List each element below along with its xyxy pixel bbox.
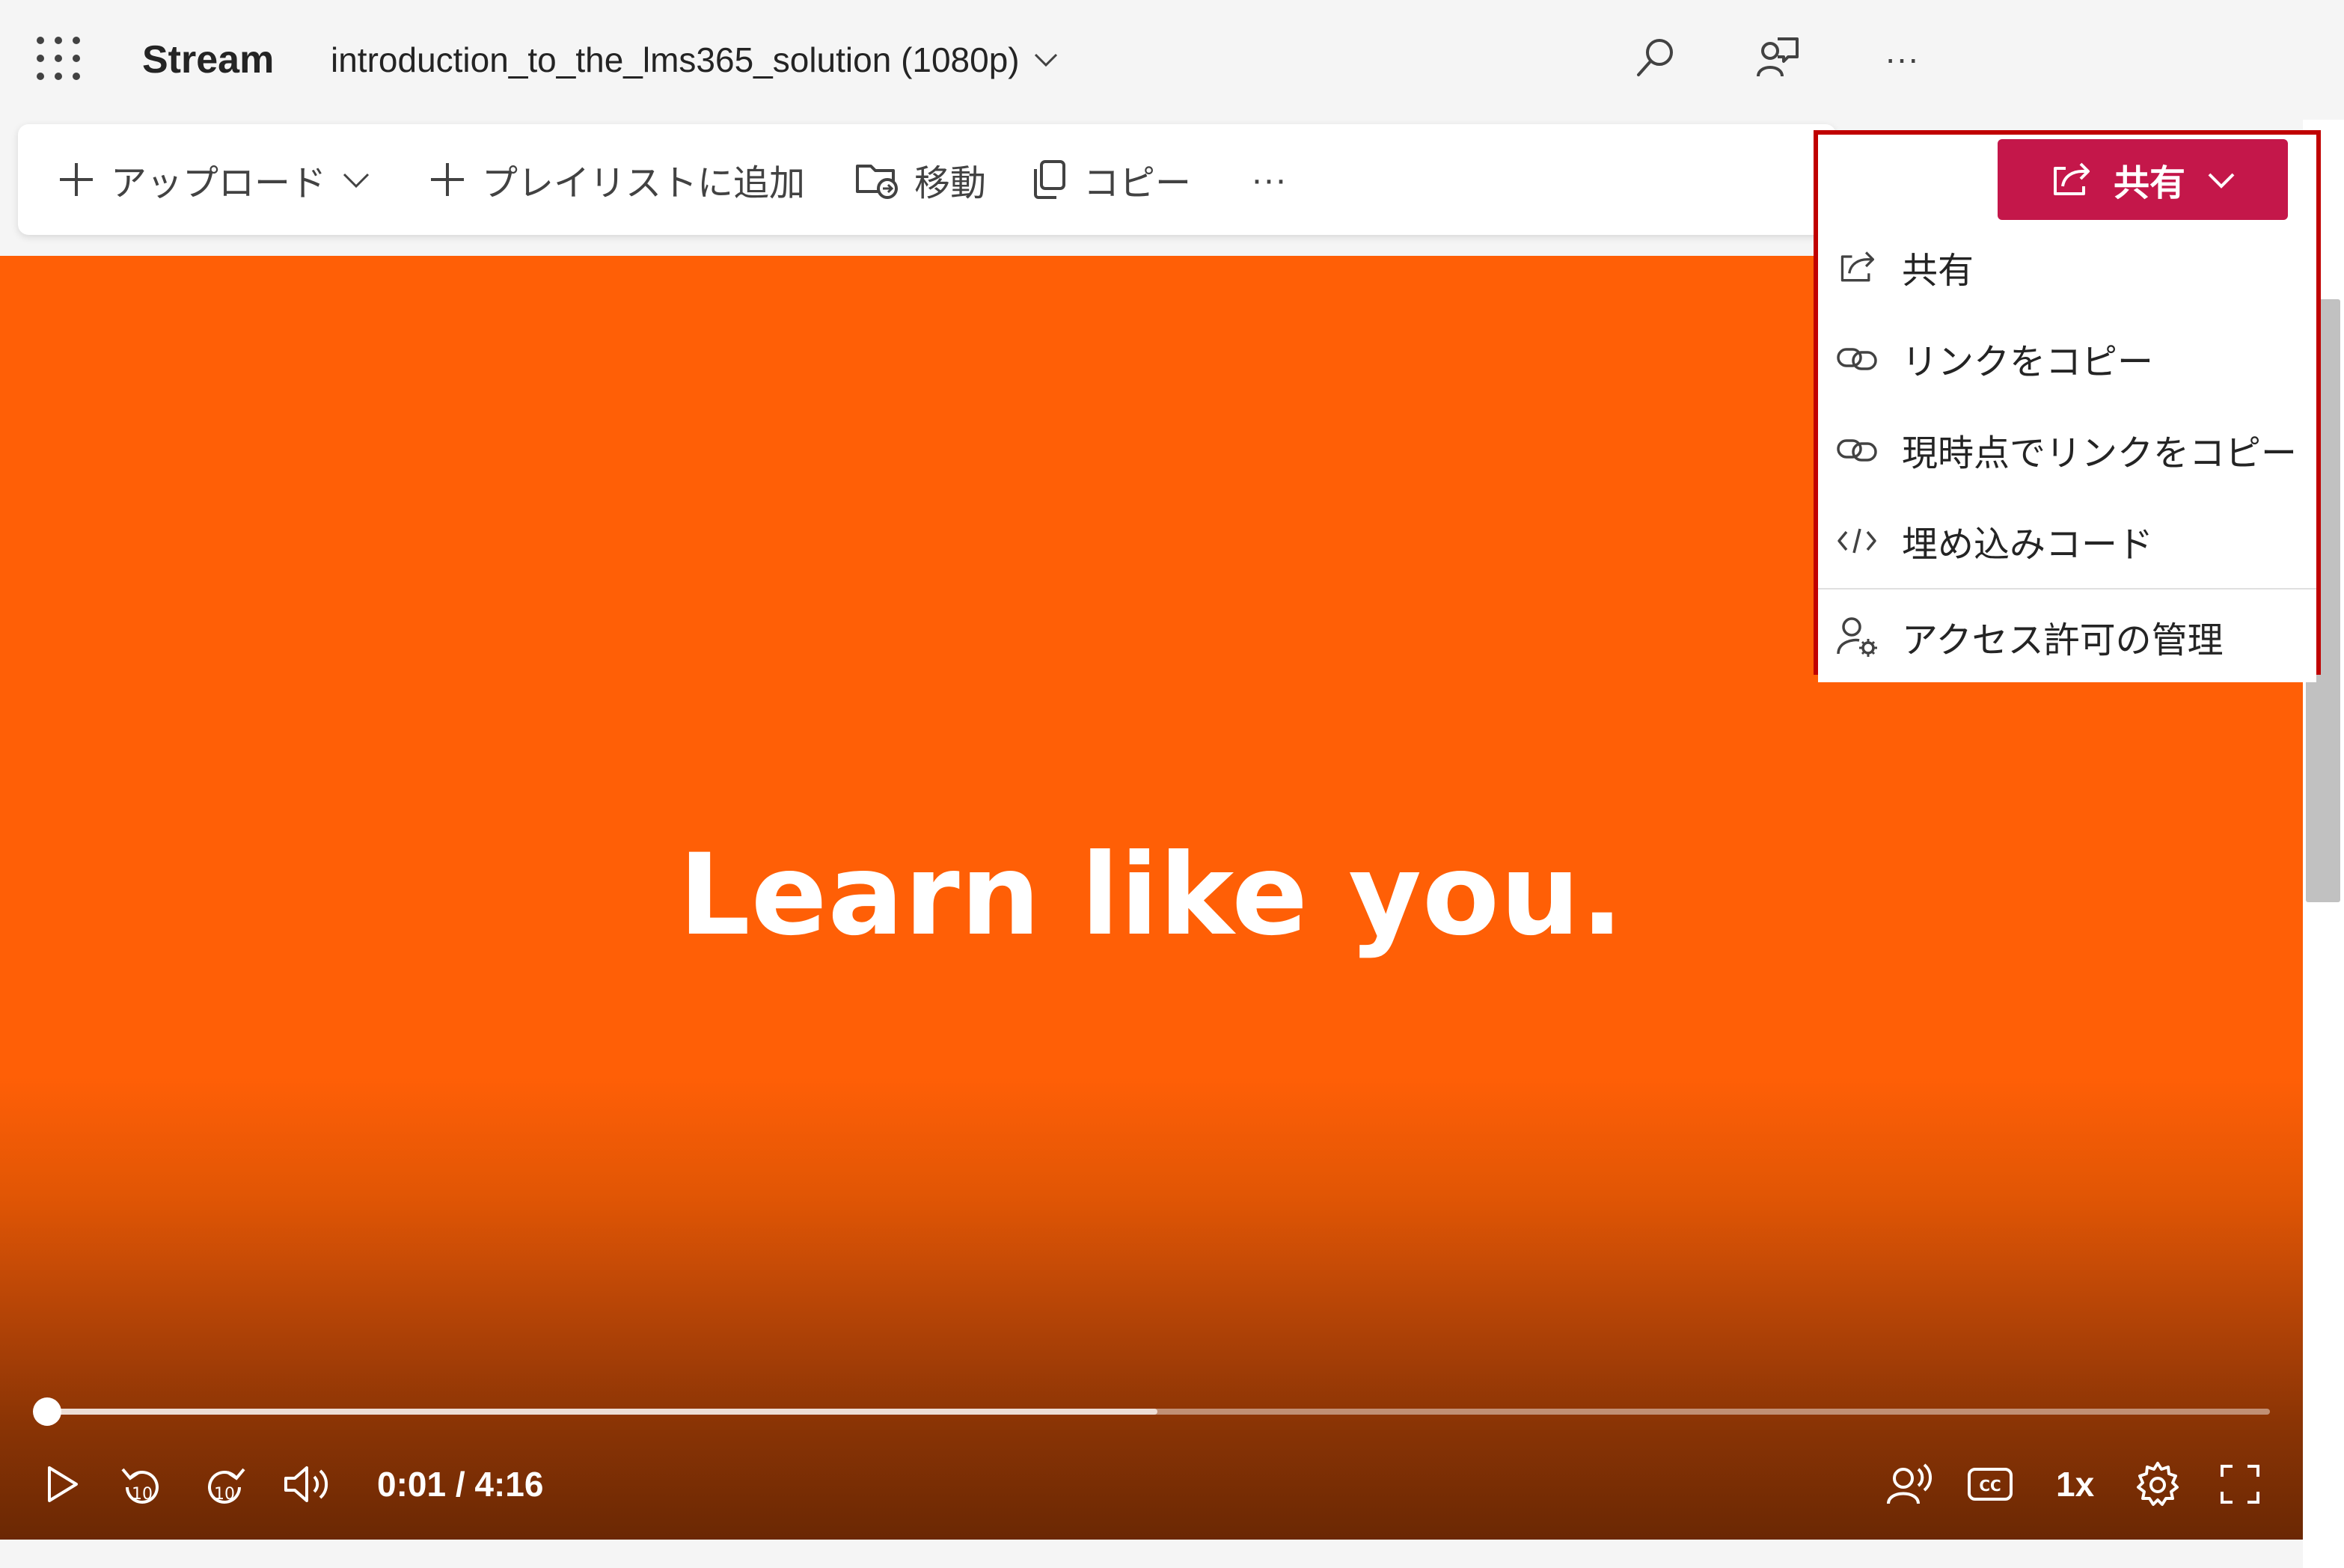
add-to-playlist-button[interactable]: プレイリストに追加 bbox=[428, 124, 805, 235]
copy-icon bbox=[1029, 159, 1068, 200]
app-name[interactable]: Stream bbox=[142, 37, 274, 82]
move-button[interactable]: 移動 bbox=[854, 124, 986, 235]
playback-speed-button[interactable]: 1x bbox=[2056, 1460, 2094, 1508]
upload-button[interactable]: アップロード bbox=[57, 124, 371, 235]
upload-label: アップロード bbox=[111, 164, 327, 203]
settings-gear-icon[interactable] bbox=[2131, 1457, 2185, 1511]
file-title: introduction_to_the_lms365_solution (108… bbox=[331, 40, 1020, 79]
command-bar: アップロード プレイリストに追加 移動 コピー ··· bbox=[18, 124, 1836, 235]
add-to-playlist-label: プレイリストに追加 bbox=[482, 164, 806, 203]
share-button-label: 共有 bbox=[2113, 164, 2185, 203]
menu-divider bbox=[1818, 588, 2316, 589]
search-icon[interactable] bbox=[1628, 31, 1682, 85]
link-icon bbox=[1834, 336, 1879, 381]
chevron-down-icon bbox=[2206, 170, 2236, 189]
chevron-down-icon bbox=[341, 170, 371, 189]
top-app-bar: Stream introduction_to_the_lms365_soluti… bbox=[0, 0, 2344, 120]
play-icon[interactable] bbox=[34, 1457, 88, 1511]
presenter-feedback-icon[interactable] bbox=[1751, 31, 1805, 85]
folder-move-icon bbox=[854, 159, 899, 200]
menu-item-label: アクセス許可の管理 bbox=[1902, 621, 2224, 661]
svg-text:CC: CC bbox=[1979, 1477, 2001, 1495]
menu-item-label: 埋め込みコード bbox=[1902, 525, 2154, 565]
progress-handle[interactable] bbox=[33, 1397, 61, 1426]
menu-item-label: 共有 bbox=[1902, 251, 1974, 291]
audio-description-icon[interactable] bbox=[1881, 1457, 1935, 1511]
copy-button[interactable]: コピー bbox=[1029, 124, 1191, 235]
share-icon bbox=[2049, 161, 2093, 198]
video-slogan: Learn like you. bbox=[679, 830, 1624, 961]
person-gear-icon bbox=[1834, 614, 1879, 659]
plus-icon bbox=[57, 160, 96, 199]
share-icon bbox=[1834, 245, 1879, 290]
file-title-dropdown[interactable]: introduction_to_the_lms365_solution (108… bbox=[331, 37, 1059, 82]
rewind-10-icon[interactable]: 10 bbox=[115, 1457, 169, 1511]
forward-10-icon[interactable]: 10 bbox=[198, 1457, 251, 1511]
volume-icon[interactable] bbox=[278, 1457, 332, 1511]
fullscreen-icon[interactable] bbox=[2213, 1457, 2267, 1511]
plus-icon bbox=[428, 160, 467, 199]
menu-item-label: 現時点でリンクをコピー bbox=[1902, 434, 2298, 474]
chevron-down-icon bbox=[1033, 52, 1059, 68]
more-options-icon[interactable]: ··· bbox=[1875, 31, 1929, 85]
menu-item-copy-link[interactable]: リンクをコピー bbox=[1818, 313, 2316, 404]
buffered-range bbox=[45, 1409, 1157, 1415]
progress-bar[interactable] bbox=[45, 1409, 2270, 1415]
share-button[interactable]: 共有 bbox=[1998, 139, 2288, 220]
menu-item-label: リンクをコピー bbox=[1902, 343, 2154, 382]
more-commands-button[interactable]: ··· bbox=[1251, 124, 1287, 235]
menu-item-share[interactable]: 共有 bbox=[1818, 221, 2316, 313]
svg-text:10: 10 bbox=[214, 1485, 235, 1504]
move-label: 移動 bbox=[914, 164, 987, 203]
copy-label: コピー bbox=[1083, 164, 1192, 203]
menu-item-copy-link-at-time[interactable]: 現時点でリンクをコピー bbox=[1818, 404, 2316, 495]
menu-item-embed-code[interactable]: 埋め込みコード bbox=[1818, 495, 2316, 587]
svg-text:10: 10 bbox=[132, 1485, 153, 1504]
app-launcher-icon[interactable] bbox=[36, 36, 81, 81]
link-icon bbox=[1834, 427, 1879, 472]
closed-captions-icon[interactable]: CC bbox=[1963, 1457, 2017, 1511]
time-display: 0:01 / 4:16 bbox=[377, 1465, 544, 1504]
code-icon bbox=[1834, 518, 1879, 563]
menu-item-manage-access[interactable]: アクセス許可の管理 bbox=[1818, 591, 2316, 682]
